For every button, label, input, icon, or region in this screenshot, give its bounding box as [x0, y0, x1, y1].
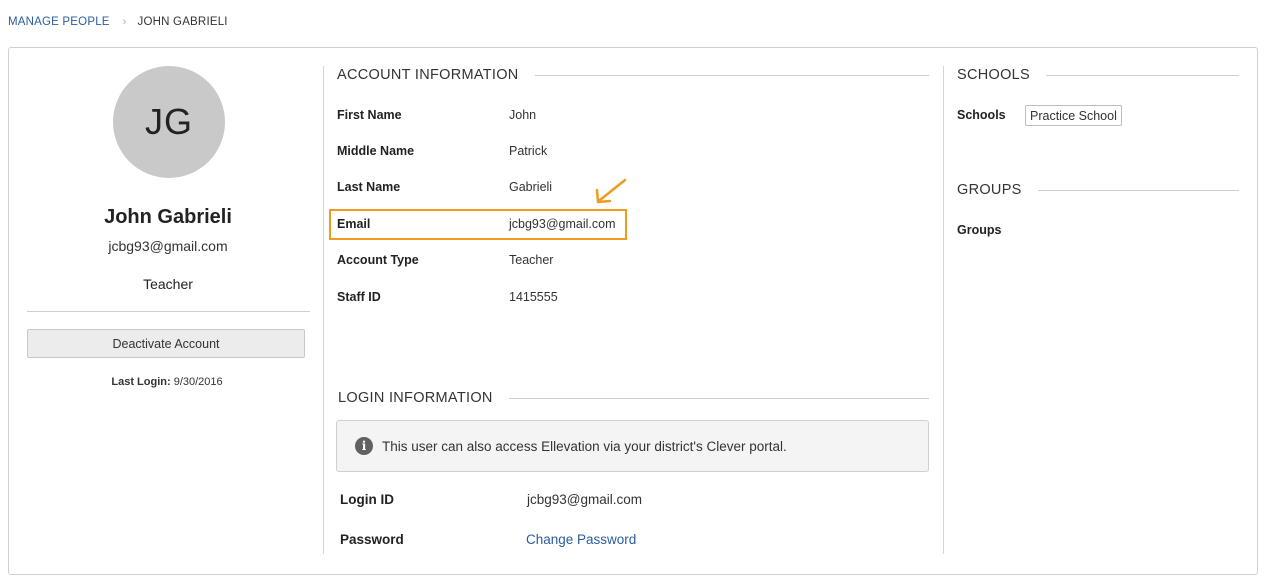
login-information-title: LOGIN INFORMATION — [338, 390, 493, 406]
schools-title: SCHOOLS — [957, 67, 1031, 83]
last-name-value: Gabrieli — [509, 180, 553, 194]
middle-name-value: Patrick — [509, 144, 548, 158]
heading-rule — [508, 397, 929, 399]
profile-divider — [27, 311, 310, 312]
profile-email: jcbg93@gmail.com — [108, 238, 228, 254]
heading-rule — [534, 74, 929, 76]
account-information-title: ACCOUNT INFORMATION — [337, 67, 519, 83]
groups-title: GROUPS — [957, 182, 1022, 198]
email-label: Email — [337, 217, 371, 231]
last-login-label: Last Login: — [111, 376, 171, 388]
avatar: JG — [113, 66, 225, 178]
last-login-value: 9/30/2016 — [173, 376, 223, 388]
breadcrumb: MANAGE PEOPLE › JOHN GABRIELI — [8, 16, 228, 28]
login-id-label: Login ID — [340, 492, 394, 507]
annotation-arrow-icon — [595, 178, 627, 204]
user-detail-card: JG John Gabrieli jcbg93@gmail.com Teache… — [8, 47, 1258, 575]
login-information-heading: LOGIN INFORMATION — [338, 390, 929, 406]
info-icon: i — [355, 437, 373, 455]
chevron-right-icon: › — [122, 16, 127, 28]
login-id-value: jcbg93@gmail.com — [527, 492, 643, 507]
staff-id-value: 1415555 — [509, 290, 558, 304]
profile-name: John Gabrieli — [104, 206, 232, 228]
staff-id-label: Staff ID — [337, 290, 381, 304]
first-name-value: John — [509, 108, 537, 122]
account-information-heading: ACCOUNT INFORMATION — [337, 67, 929, 83]
last-name-label: Last Name — [337, 180, 401, 194]
heading-rule — [1037, 189, 1239, 191]
profile-role: Teacher — [143, 276, 193, 292]
breadcrumb-current: JOHN GABRIELI — [137, 16, 228, 28]
last-login: Last Login: 9/30/2016 — [9, 376, 325, 388]
account-type-label: Account Type — [337, 253, 419, 267]
column-divider — [323, 66, 324, 554]
email-value: jcbg93@gmail.com — [509, 217, 616, 231]
groups-heading: GROUPS — [957, 182, 1239, 198]
middle-name-label: Middle Name — [337, 144, 415, 158]
account-type-value: Teacher — [509, 253, 554, 267]
school-tag[interactable]: Practice School — [1025, 105, 1122, 126]
clever-notice: i This user can also access Ellevation v… — [336, 420, 929, 472]
avatar-initials: JG — [144, 101, 193, 142]
heading-rule — [1046, 74, 1239, 76]
password-label: Password — [340, 532, 404, 547]
schools-heading: SCHOOLS — [957, 67, 1239, 83]
first-name-label: First Name — [337, 108, 402, 122]
deactivate-account-button[interactable]: Deactivate Account — [27, 329, 305, 358]
column-divider — [943, 66, 944, 554]
groups-label: Groups — [957, 223, 1002, 237]
change-password-link[interactable]: Change Password — [526, 532, 636, 547]
breadcrumb-manage-people-link[interactable]: MANAGE PEOPLE — [8, 16, 110, 28]
schools-label: Schools — [957, 108, 1006, 122]
clever-notice-text: This user can also access Ellevation via… — [382, 438, 787, 454]
